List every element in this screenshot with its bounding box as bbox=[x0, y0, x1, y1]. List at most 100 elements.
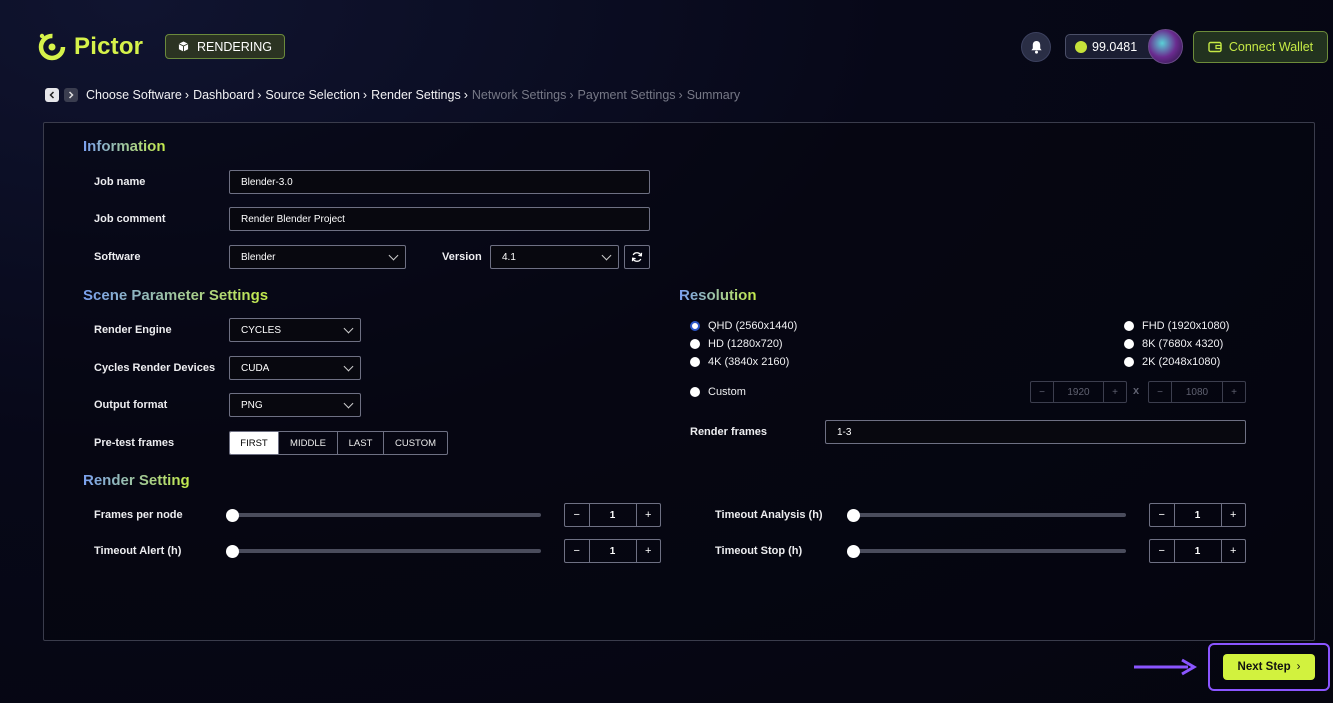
balance-badge[interactable]: 99.0481 bbox=[1065, 34, 1157, 59]
timeout-stop-stepper[interactable]: − 1 + bbox=[1149, 539, 1246, 563]
refresh-version-button[interactable] bbox=[624, 245, 650, 269]
decrement-button[interactable]: − bbox=[1150, 504, 1174, 526]
radio[interactable] bbox=[1124, 321, 1134, 331]
chevron-left-icon bbox=[49, 91, 55, 99]
avatar[interactable] bbox=[1148, 29, 1183, 64]
increment-button[interactable]: + bbox=[1223, 382, 1245, 402]
render-engine-value: CYCLES bbox=[241, 324, 282, 336]
resolution-option-label: 4K (3840x 2160) bbox=[708, 356, 790, 368]
wallet-icon bbox=[1208, 41, 1222, 53]
back-button[interactable] bbox=[45, 88, 59, 102]
render-devices-select[interactable]: CUDA bbox=[229, 356, 361, 380]
frames-per-node-slider-track[interactable] bbox=[229, 513, 541, 517]
breadcrumb-render-settings[interactable]: Render Settings › bbox=[371, 88, 468, 102]
logo-icon bbox=[38, 33, 66, 61]
increment-button[interactable]: + bbox=[1104, 382, 1126, 402]
resolution-option-fhd[interactable]: FHD (1920x1080) bbox=[1124, 320, 1229, 332]
timeout-analysis-label: Timeout Analysis (h) bbox=[715, 509, 823, 521]
forward-button[interactable] bbox=[64, 88, 78, 102]
refresh-icon bbox=[631, 252, 643, 262]
software-select[interactable]: Blender bbox=[229, 245, 406, 269]
times-sign: x bbox=[1133, 385, 1140, 397]
resolution-option-8k[interactable]: 8K (7680x 4320) bbox=[1124, 338, 1223, 350]
decrement-button[interactable]: − bbox=[1150, 540, 1174, 562]
timeout-analysis-slider-handle[interactable] bbox=[847, 509, 860, 522]
timeout-stop-value[interactable]: 1 bbox=[1173, 540, 1222, 562]
decrement-button[interactable]: − bbox=[565, 504, 589, 526]
increment-button[interactable]: + bbox=[1222, 504, 1246, 526]
breadcrumb-payment-settings: Payment Settings › bbox=[577, 88, 683, 102]
custom-width-value[interactable]: 1920 bbox=[1053, 382, 1104, 402]
resolution-option-hd[interactable]: HD (1280x720) bbox=[690, 338, 783, 350]
breadcrumb-network-settings: Network Settings › bbox=[471, 88, 574, 102]
radio[interactable] bbox=[690, 357, 700, 367]
frames-per-node-stepper[interactable]: − 1 + bbox=[564, 503, 661, 527]
job-comment-value: Render Blender Project bbox=[241, 213, 345, 225]
timeout-alert-value[interactable]: 1 bbox=[588, 540, 637, 562]
custom-height-stepper[interactable]: − 1080 + bbox=[1148, 381, 1246, 403]
timeout-alert-label: Timeout Alert (h) bbox=[94, 545, 182, 557]
render-engine-select[interactable]: CYCLES bbox=[229, 318, 361, 342]
frames-per-node-slider-handle[interactable] bbox=[226, 509, 239, 522]
notifications-button[interactable] bbox=[1021, 32, 1051, 62]
render-frames-label: Render frames bbox=[690, 426, 768, 438]
pretest-middle-option[interactable]: MIDDLE bbox=[279, 432, 338, 454]
job-comment-label: Job comment bbox=[94, 213, 166, 225]
pretest-last-option[interactable]: LAST bbox=[338, 432, 384, 454]
resolution-option-label: 2K (2048x1080) bbox=[1142, 356, 1221, 368]
version-select[interactable]: 4.1 bbox=[490, 245, 619, 269]
pretest-custom-option[interactable]: CUSTOM bbox=[384, 432, 447, 454]
frames-per-node-value[interactable]: 1 bbox=[588, 504, 637, 526]
breadcrumb-choose-software[interactable]: Choose Software › bbox=[86, 88, 189, 102]
increment-button[interactable]: + bbox=[637, 504, 661, 526]
render-devices-value: CUDA bbox=[241, 362, 270, 374]
timeout-stop-slider-track[interactable] bbox=[850, 549, 1126, 553]
bell-icon bbox=[1030, 40, 1042, 54]
resolution-option-label: 8K (7680x 4320) bbox=[1142, 338, 1224, 350]
resolution-option-qhd[interactable]: QHD (2560x1440) bbox=[690, 320, 797, 332]
radio-checked[interactable] bbox=[690, 321, 700, 331]
radio[interactable] bbox=[1124, 339, 1134, 349]
breadcrumb-dashboard[interactable]: Dashboard › bbox=[193, 88, 261, 102]
decrement-button[interactable]: − bbox=[1031, 382, 1053, 402]
resolution-option-2k[interactable]: 2K (2048x1080) bbox=[1124, 356, 1220, 368]
radio[interactable] bbox=[690, 339, 700, 349]
decrement-button[interactable]: − bbox=[1149, 382, 1171, 402]
job-name-input[interactable]: Blender-3.0 bbox=[229, 170, 650, 194]
custom-width-stepper[interactable]: − 1920 + bbox=[1030, 381, 1127, 403]
software-value: Blender bbox=[241, 251, 276, 263]
radio[interactable] bbox=[690, 387, 700, 397]
logo[interactable]: Pictor bbox=[36, 31, 143, 63]
timeout-analysis-slider-track[interactable] bbox=[850, 513, 1126, 517]
increment-button[interactable]: + bbox=[1222, 540, 1246, 562]
connect-wallet-button[interactable]: Connect Wallet bbox=[1193, 31, 1328, 63]
render-devices-label: Cycles Render Devices bbox=[94, 362, 216, 374]
timeout-alert-stepper[interactable]: − 1 + bbox=[564, 539, 661, 563]
software-label: Software bbox=[94, 251, 141, 263]
render-frames-value: 1-3 bbox=[837, 426, 852, 438]
timeout-alert-slider-track[interactable] bbox=[229, 549, 541, 553]
decrement-button[interactable]: − bbox=[565, 540, 589, 562]
timeout-analysis-value[interactable]: 1 bbox=[1173, 504, 1222, 526]
timeout-alert-slider-handle[interactable] bbox=[226, 545, 239, 558]
timeout-analysis-stepper[interactable]: − 1 + bbox=[1149, 503, 1246, 527]
timeout-stop-slider-handle[interactable] bbox=[847, 545, 860, 558]
mode-badge[interactable]: RENDERING bbox=[165, 34, 286, 59]
job-comment-input[interactable]: Render Blender Project bbox=[229, 207, 650, 231]
output-format-label: Output format bbox=[94, 399, 168, 411]
next-step-button[interactable]: Next Step › bbox=[1223, 654, 1315, 680]
scene-settings-title: Scene Parameter Settings bbox=[83, 287, 269, 304]
output-format-select[interactable]: PNG bbox=[229, 393, 361, 417]
radio[interactable] bbox=[1124, 357, 1134, 367]
render-frames-input[interactable]: 1-3 bbox=[825, 420, 1246, 444]
increment-button[interactable]: + bbox=[637, 540, 661, 562]
render-setting-title: Render Setting bbox=[83, 472, 190, 489]
next-step-label: Next Step bbox=[1237, 661, 1291, 673]
custom-height-value[interactable]: 1080 bbox=[1171, 382, 1223, 402]
breadcrumb-source-selection[interactable]: Source Selection › bbox=[265, 88, 367, 102]
resolution-option-custom[interactable]: Custom bbox=[690, 386, 746, 398]
pretest-first-option[interactable]: FIRST bbox=[230, 432, 279, 454]
chevron-right-icon: › bbox=[1296, 661, 1301, 673]
job-name-value: Blender-3.0 bbox=[241, 176, 293, 188]
resolution-option-4k[interactable]: 4K (3840x 2160) bbox=[690, 356, 789, 368]
